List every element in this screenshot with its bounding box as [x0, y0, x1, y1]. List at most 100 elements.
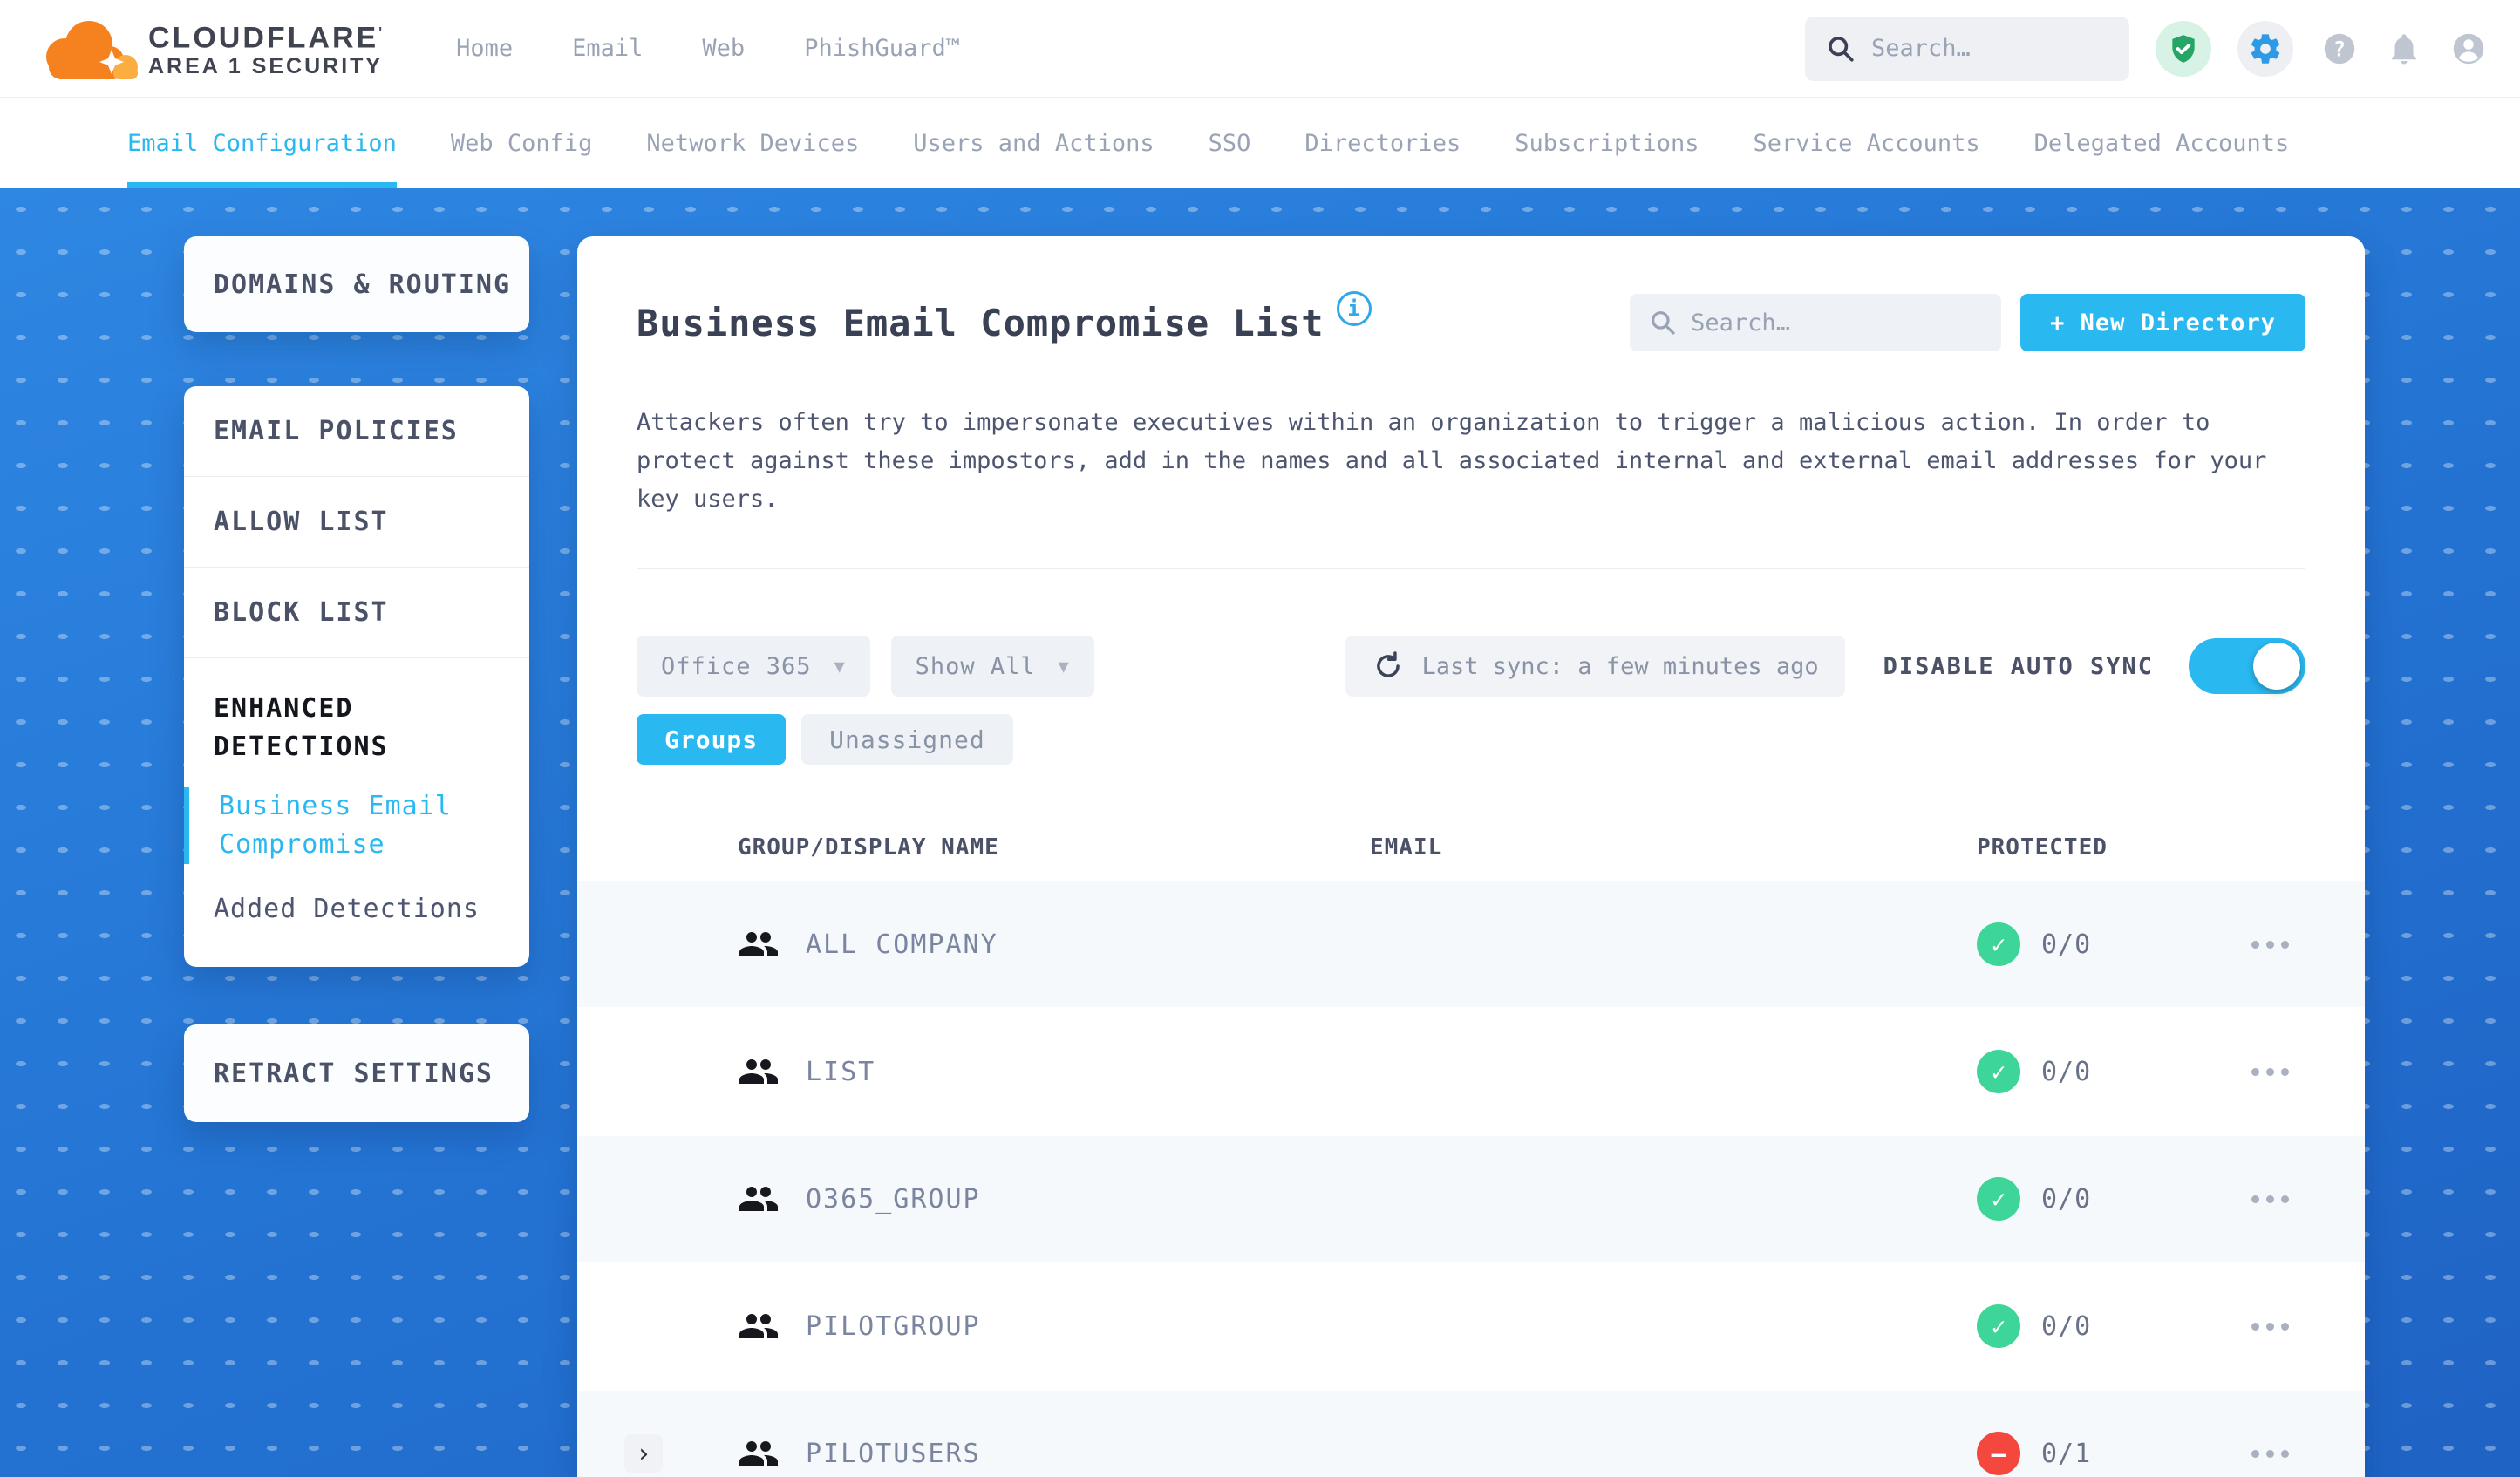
group-tabs: Groups Unassigned [637, 714, 2305, 765]
group-name: O365_GROUP [806, 1183, 981, 1215]
row-actions-menu[interactable] [2243, 940, 2365, 949]
sidebar-item-allow-list[interactable]: ALLOW LIST [184, 477, 529, 568]
global-search-input[interactable] [1871, 35, 2089, 62]
page-title: Business Email Compromise List [637, 301, 1325, 344]
group-people-icon [739, 932, 778, 956]
last-sync-button[interactable]: Last sync: a few minutes ago [1345, 636, 1845, 697]
protected-status-badge: ✓ [1977, 1177, 2020, 1221]
sidebar-item-email-policies[interactable]: EMAIL POLICIES [184, 386, 529, 477]
info-icon[interactable]: i [1336, 291, 1372, 326]
chevron-down-icon: ▾ [834, 654, 846, 678]
protected-status-badge: ✓ [1977, 1304, 2020, 1348]
table-row[interactable]: › PILOTUSERS – 0/1 [577, 1389, 2365, 1477]
table-body: ALL COMPANY ✓ 0/0 LIST ✓ 0/0 O365_GROUP … [577, 880, 2365, 1477]
auto-sync-toggle[interactable] [2189, 638, 2305, 694]
global-search[interactable] [1805, 16, 2129, 81]
topnav-email[interactable]: Email [572, 35, 643, 62]
tab-groups[interactable]: Groups [637, 714, 787, 765]
sidebar-enhanced-detections-group: ENHANCED DETECTIONS Business Email Compr… [184, 658, 529, 967]
group-people-icon [739, 1314, 778, 1338]
table-row[interactable]: O365_GROUP ✓ 0/0 [577, 1134, 2365, 1262]
tab-service-accounts[interactable]: Service Accounts [1754, 98, 1980, 188]
sync-refresh-icon [1376, 651, 1400, 677]
protected-status-badge: – [1977, 1432, 2020, 1475]
protected-count: 0/0 [2041, 1183, 2092, 1215]
sidebar-item-domains-routing[interactable]: DOMAINS & ROUTING [184, 236, 529, 332]
group-people-icon [739, 1187, 778, 1211]
group-people-icon [739, 1441, 778, 1466]
search-icon [1829, 36, 1854, 62]
list-search[interactable] [1630, 294, 2002, 351]
list-search-input[interactable] [1691, 309, 1962, 337]
expand-row-button[interactable]: › [624, 1434, 663, 1473]
tab-users-and-actions[interactable]: Users and Actions [913, 98, 1154, 188]
protected-count: 0/1 [2041, 1438, 2092, 1469]
sidebar-item-block-list[interactable]: BLOCK LIST [184, 568, 529, 658]
top-header: CLOUDFLARE' AREA 1 SECURITY Home Email W… [0, 0, 2520, 98]
protected-count: 0/0 [2041, 929, 2092, 960]
tab-sso[interactable]: SSO [1209, 98, 1251, 188]
last-sync-text: Last sync: a few minutes ago [1421, 652, 1819, 680]
header-actions: ? [1805, 16, 2489, 81]
sidebar-policies-card: EMAIL POLICIES ALLOW LIST BLOCK LIST ENH… [184, 386, 529, 967]
tab-subscriptions[interactable]: Subscriptions [1515, 98, 1699, 188]
new-directory-button[interactable]: + New Directory [2020, 294, 2305, 351]
svg-text:?: ? [2333, 37, 2346, 61]
sidebar-item-business-email-compromise[interactable]: Business Email Compromise [184, 787, 503, 864]
topnav-home[interactable]: Home [456, 35, 513, 62]
group-name: PILOTGROUP [806, 1310, 981, 1342]
table-row[interactable]: LIST ✓ 0/0 [577, 1007, 2365, 1134]
col-email: EMAIL [1370, 834, 1443, 861]
cloudflare-cloud-icon [46, 20, 138, 79]
tab-directories[interactable]: Directories [1304, 98, 1461, 188]
settings-sidebar: DOMAINS & ROUTING EMAIL POLICIES ALLOW L… [184, 236, 529, 1122]
table-header: GROUP/DISPLAY NAME EMAIL PROTECTED [577, 829, 2365, 866]
show-filter-select[interactable]: Show All ▾ [890, 636, 1094, 697]
tab-unassigned[interactable]: Unassigned [801, 714, 1013, 765]
cloudflare-area1-logo[interactable]: CLOUDFLARE' AREA 1 SECURITY [35, 11, 383, 86]
account-icon[interactable] [2448, 29, 2489, 69]
list-controls: Office 365 ▾ Show All ▾ Last sync: a few… [637, 636, 2305, 697]
row-actions-menu[interactable] [2243, 1067, 2365, 1076]
tab-delegated-accounts[interactable]: Delegated Accounts [2034, 98, 2290, 188]
directory-select[interactable]: Office 365 ▾ [637, 636, 870, 697]
help-icon[interactable]: ? [2319, 29, 2360, 69]
table-row[interactable]: ALL COMPANY ✓ 0/0 [577, 880, 2365, 1007]
group-name: PILOTUSERS [806, 1438, 981, 1469]
sidebar-item-retract-settings[interactable]: RETRACT SETTINGS [184, 1024, 529, 1122]
bec-list-panel: Business Email Compromise List i + New D… [577, 236, 2365, 1477]
topnav-phishguard[interactable]: PhishGuard™ [804, 35, 960, 62]
row-actions-menu[interactable] [2243, 1195, 2365, 1203]
row-actions-menu[interactable] [2243, 1322, 2365, 1331]
table-row[interactable]: PILOTGROUP ✓ 0/0 [577, 1262, 2365, 1389]
notifications-bell-icon[interactable] [2386, 31, 2422, 67]
shield-check-icon[interactable] [2156, 20, 2211, 77]
col-group-display-name: GROUP/DISPLAY NAME [738, 834, 999, 861]
protected-status-badge: ✓ [1977, 922, 2020, 966]
topnav-web[interactable]: Web [702, 35, 745, 62]
tab-web-config[interactable]: Web Config [451, 98, 593, 188]
page-description: Attackers often try to impersonate execu… [637, 409, 2267, 513]
brand-name: CLOUDFLARE' [148, 21, 383, 55]
group-name: ALL COMPANY [806, 929, 998, 960]
protected-count: 0/0 [2041, 1310, 2092, 1342]
page-background: DOMAINS & ROUTING EMAIL POLICIES ALLOW L… [0, 188, 2520, 1477]
groups-table: GROUP/DISPLAY NAME EMAIL PROTECTED ALL C… [577, 829, 2365, 1477]
group-name: LIST [806, 1056, 876, 1087]
tab-network-devices[interactable]: Network Devices [646, 98, 859, 188]
sidebar-item-enhanced-detections[interactable]: ENHANCED DETECTIONS [214, 690, 503, 766]
toggle-knob [2253, 643, 2300, 690]
protected-status-badge: ✓ [1977, 1050, 2020, 1093]
settings-gear-icon[interactable] [2237, 20, 2293, 77]
divider [637, 568, 2305, 569]
sidebar-item-added-detections[interactable]: Added Detections [214, 890, 503, 929]
brand-product: AREA 1 SECURITY [148, 54, 384, 79]
disable-auto-sync-label: DISABLE AUTO SYNC [1883, 652, 2154, 680]
row-actions-menu[interactable] [2243, 1449, 2365, 1458]
chevron-down-icon: ▾ [1058, 654, 1070, 678]
panel-header: Business Email Compromise List i + New D… [577, 236, 2365, 351]
group-people-icon [739, 1059, 778, 1084]
tab-email-configuration[interactable]: Email Configuration [127, 98, 397, 188]
section-nav: Email Configuration Web Config Network D… [0, 98, 2520, 188]
protected-count: 0/0 [2041, 1056, 2092, 1087]
